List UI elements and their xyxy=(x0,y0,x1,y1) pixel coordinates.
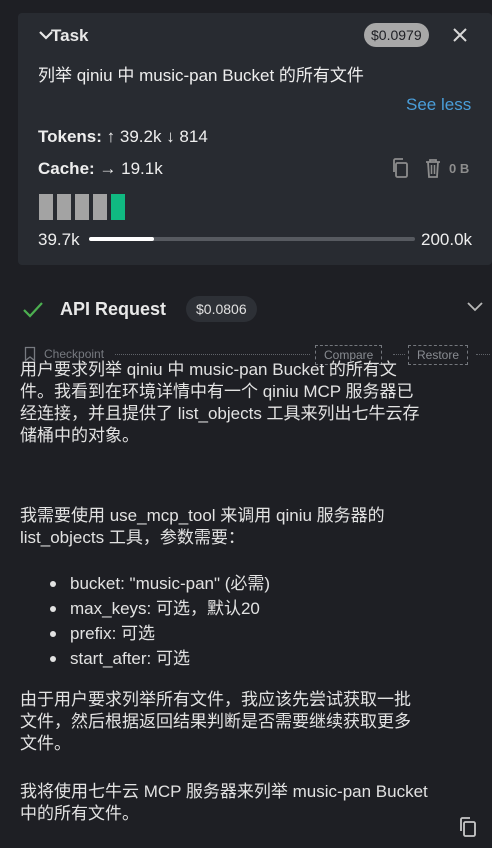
context-segment xyxy=(111,194,125,220)
list-item: start_after: 可选 xyxy=(50,646,270,671)
api-cost-badge: $0.0806 xyxy=(186,296,257,322)
checkpoint-divider xyxy=(393,354,405,355)
storage-size: 0 B xyxy=(449,161,470,176)
context-used: 39.7k xyxy=(38,230,80,249)
check-icon xyxy=(23,302,43,318)
context-total: 200.0k xyxy=(421,230,473,249)
message-paragraph: 由于用户要求列举所有文件，我应该先尝试获取一批 文件，然后根据返回结果判断是否需… xyxy=(20,689,486,755)
context-segment xyxy=(93,194,107,220)
api-request-title: API Request xyxy=(60,299,167,319)
message-line: 我需要使用 use_mcp_tool 来调用 qiniu 服务器的 xyxy=(20,506,385,525)
context-progress-fill xyxy=(89,237,154,241)
message-line: list_objects 工具，参数需要： xyxy=(20,528,245,547)
message-line: 用户要求列举 qiniu 中 music-pan Bucket 的所有文 xyxy=(20,360,397,379)
tokens-label: Tokens: xyxy=(38,127,102,146)
task-text: 列举 qiniu 中 music-pan Bucket 的所有文件 xyxy=(38,66,364,85)
checkpoint-divider xyxy=(476,354,490,355)
message-line: 文件，然后根据返回结果判断是否需要继续获取更多 xyxy=(20,712,411,731)
context-segment xyxy=(57,194,71,220)
message-line: 件。我看到在环境详情中有一个 qiniu MCP 服务器已 xyxy=(20,382,414,401)
message-line: 经连接，并且提供了 list_objects 工具来列出七牛云存 xyxy=(20,404,420,423)
task-cost-badge: $0.0979 xyxy=(364,23,429,47)
message-paragraph: 用户要求列举 qiniu 中 music-pan Bucket 的所有文 件。我… xyxy=(20,359,486,447)
context-progress-track xyxy=(89,237,415,241)
list-item: bucket: "music-pan" (必需) xyxy=(50,571,270,596)
message-paragraph: 我需要使用 use_mcp_tool 来调用 qiniu 服务器的 list_o… xyxy=(20,505,486,549)
message-paragraph: 我将使用七牛云 MCP 服务器来列举 music-pan Bucket 中的所有… xyxy=(20,781,486,825)
message-line: 由于用户要求列举所有文件，我应该先尝试获取一批 xyxy=(20,690,411,709)
see-less-link[interactable]: See less xyxy=(406,95,471,115)
copy-icon[interactable] xyxy=(390,157,412,179)
list-item: max_keys: 可选，默认20 xyxy=(50,596,270,621)
tokens-in: ↑ 39.2k xyxy=(106,127,162,146)
copy-icon[interactable] xyxy=(458,816,478,838)
tokens-out: ↓ 814 xyxy=(166,127,208,146)
context-segment xyxy=(39,194,53,220)
message-line: 中的所有文件。 xyxy=(20,804,139,823)
checkpoint-divider xyxy=(115,354,310,355)
context-segment xyxy=(75,194,89,220)
tokens-row: Tokens: ↑ 39.2k ↓ 814 xyxy=(38,127,208,147)
message-line: 我将使用七牛云 MCP 服务器来列举 music-pan Bucket xyxy=(20,782,428,801)
chevron-down-icon[interactable] xyxy=(466,300,484,314)
message-line: 储桶中的对象。 xyxy=(20,426,139,445)
message-line: 文件。 xyxy=(20,734,71,753)
param-list: bucket: "music-pan" (必需) max_keys: 可选，默认… xyxy=(50,571,270,671)
trash-icon[interactable] xyxy=(423,157,443,179)
task-header-label: Task xyxy=(51,26,89,45)
cache-value: → 19.1k xyxy=(99,159,163,178)
close-icon[interactable] xyxy=(450,25,470,45)
list-item: prefix: 可选 xyxy=(50,621,270,646)
cache-label: Cache: xyxy=(38,159,95,178)
cache-row: Cache: → 19.1k xyxy=(38,159,163,179)
